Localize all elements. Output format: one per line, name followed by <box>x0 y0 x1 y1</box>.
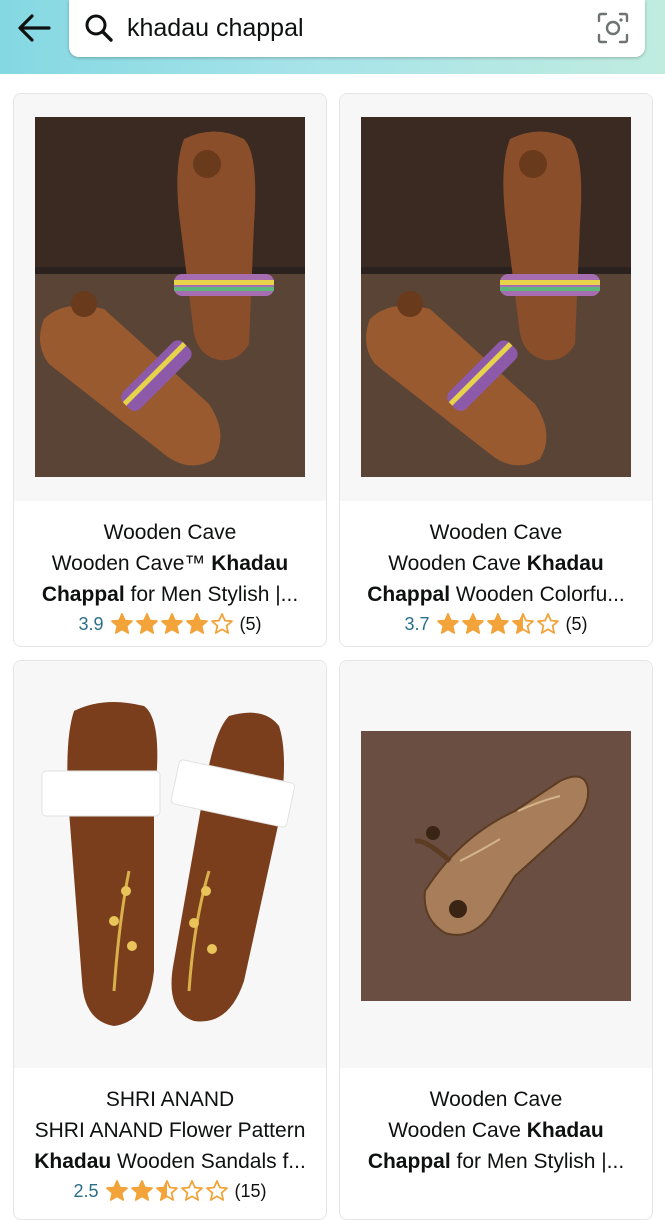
review-count: (15) <box>234 1180 267 1201</box>
product-card[interactable]: Wooden Cave Wooden Cave Khadau Chappal W… <box>339 93 653 647</box>
back-button[interactable] <box>14 8 54 48</box>
rating-value: 2.5 <box>73 1180 99 1201</box>
back-arrow-icon <box>18 14 51 42</box>
product-info: Wooden Cave Wooden Cave Khadau Chappal f… <box>340 1068 652 1177</box>
rating-value: 3.7 <box>404 613 430 634</box>
review-count: (5) <box>239 613 262 634</box>
search-box[interactable] <box>69 0 645 57</box>
product-info: SHRI ANAND SHRI ANAND Flower Pattern Kha… <box>14 1068 326 1203</box>
star-full-icon <box>436 613 459 634</box>
product-title[interactable]: Wooden Cave™ Khadau Chappal for Men Styl… <box>14 548 326 610</box>
product-info: Wooden Cave Wooden Cave™ Khadau Chappal … <box>14 501 326 636</box>
star-full-icon <box>486 613 509 634</box>
star-rating <box>110 612 234 636</box>
star-full-icon <box>135 613 158 634</box>
search-icon <box>85 14 113 42</box>
product-image <box>14 661 326 1068</box>
star-rating <box>105 1179 229 1203</box>
star-full-icon <box>185 613 208 634</box>
product-brand: Wooden Cave <box>429 521 563 544</box>
rating-row[interactable]: 3.9 (5) <box>14 612 326 636</box>
product-title[interactable]: Wooden Cave Khadau Chappal Wooden Colorf… <box>340 548 652 610</box>
star-empty-icon <box>205 1180 228 1201</box>
product-card[interactable]: Wooden Cave Wooden Cave Khadau Chappal f… <box>339 660 653 1220</box>
results-grid: Wooden Cave Wooden Cave™ Khadau Chappal … <box>0 74 665 1220</box>
top-bar <box>0 0 665 74</box>
rating-value: 3.9 <box>78 613 104 634</box>
product-card[interactable]: Wooden Cave Wooden Cave™ Khadau Chappal … <box>13 93 327 647</box>
product-image-area[interactable] <box>14 661 326 1068</box>
star-full-icon <box>105 1180 128 1201</box>
star-empty-icon <box>210 613 233 634</box>
star-full-icon <box>130 1180 153 1201</box>
product-image-area[interactable] <box>14 94 326 501</box>
rating-row[interactable]: 2.5 (15) <box>14 1179 326 1203</box>
product-image <box>35 117 305 477</box>
product-brand: Wooden Cave <box>429 1088 563 1111</box>
product-image <box>361 117 631 477</box>
star-rating <box>436 612 560 636</box>
star-half-icon <box>155 1180 178 1201</box>
star-half-icon <box>511 613 534 634</box>
star-empty-icon <box>180 1180 203 1201</box>
product-title[interactable]: SHRI ANAND Flower Pattern Khadau Wooden … <box>14 1115 326 1177</box>
product-image-area[interactable] <box>340 661 652 1068</box>
product-image-area[interactable] <box>340 94 652 501</box>
star-full-icon <box>461 613 484 634</box>
product-card[interactable]: SHRI ANAND SHRI ANAND Flower Pattern Kha… <box>13 660 327 1220</box>
camera-search-icon[interactable] <box>595 10 631 46</box>
product-brand: SHRI ANAND <box>105 1088 235 1111</box>
search-input[interactable] <box>127 10 567 46</box>
star-empty-icon <box>536 613 559 634</box>
product-title[interactable]: Wooden Cave Khadau Chappal for Men Styli… <box>340 1115 652 1177</box>
product-brand: Wooden Cave <box>103 521 237 544</box>
star-full-icon <box>110 613 133 634</box>
rating-row[interactable]: 3.7 (5) <box>340 612 652 636</box>
review-count: (5) <box>565 613 588 634</box>
star-full-icon <box>160 613 183 634</box>
product-info: Wooden Cave Wooden Cave Khadau Chappal W… <box>340 501 652 636</box>
product-image <box>340 661 652 1068</box>
